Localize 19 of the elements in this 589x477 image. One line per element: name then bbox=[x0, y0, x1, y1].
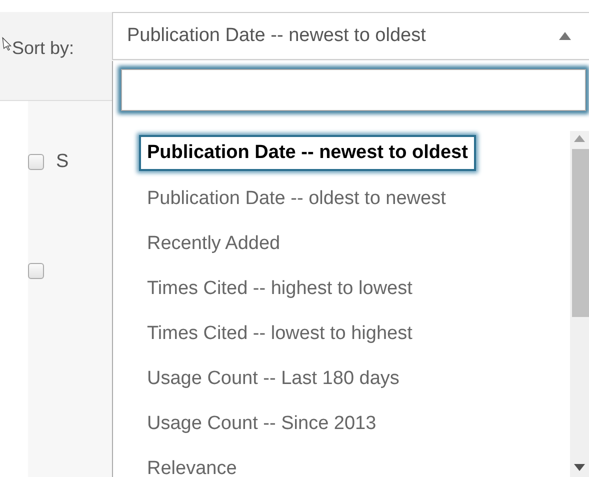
dropdown-option[interactable]: Times Cited -- highest to lowest bbox=[133, 266, 567, 311]
checkbox[interactable] bbox=[28, 263, 44, 279]
dropdown-option[interactable]: Recently Added bbox=[133, 221, 567, 266]
search-field[interactable] bbox=[121, 69, 586, 111]
result-title: S bbox=[56, 151, 69, 173]
sort-label: Sort by: bbox=[12, 38, 74, 58]
dropdown-option[interactable]: Relevance bbox=[133, 446, 567, 477]
sort-dropdown[interactable]: Publication Date -- newest to oldest bbox=[112, 12, 589, 60]
dropdown-option[interactable]: Times Cited -- lowest to highest bbox=[133, 311, 567, 356]
caret-up-icon bbox=[559, 32, 571, 40]
scroll-down-icon[interactable] bbox=[574, 464, 585, 471]
dropdown-option[interactable]: Usage Count -- Since 2013 bbox=[133, 401, 567, 446]
checkbox[interactable] bbox=[28, 154, 44, 170]
dropdown-option[interactable]: Publication Date -- newest to oldest bbox=[139, 135, 476, 171]
dropdown-option[interactable]: Publication Date -- oldest to newest bbox=[133, 176, 567, 221]
scrollbar[interactable] bbox=[570, 131, 589, 477]
scrollbar-thumb[interactable] bbox=[572, 149, 589, 317]
dropdown-option[interactable]: Usage Count -- Last 180 days bbox=[133, 356, 567, 401]
scroll-up-icon[interactable] bbox=[574, 135, 585, 142]
